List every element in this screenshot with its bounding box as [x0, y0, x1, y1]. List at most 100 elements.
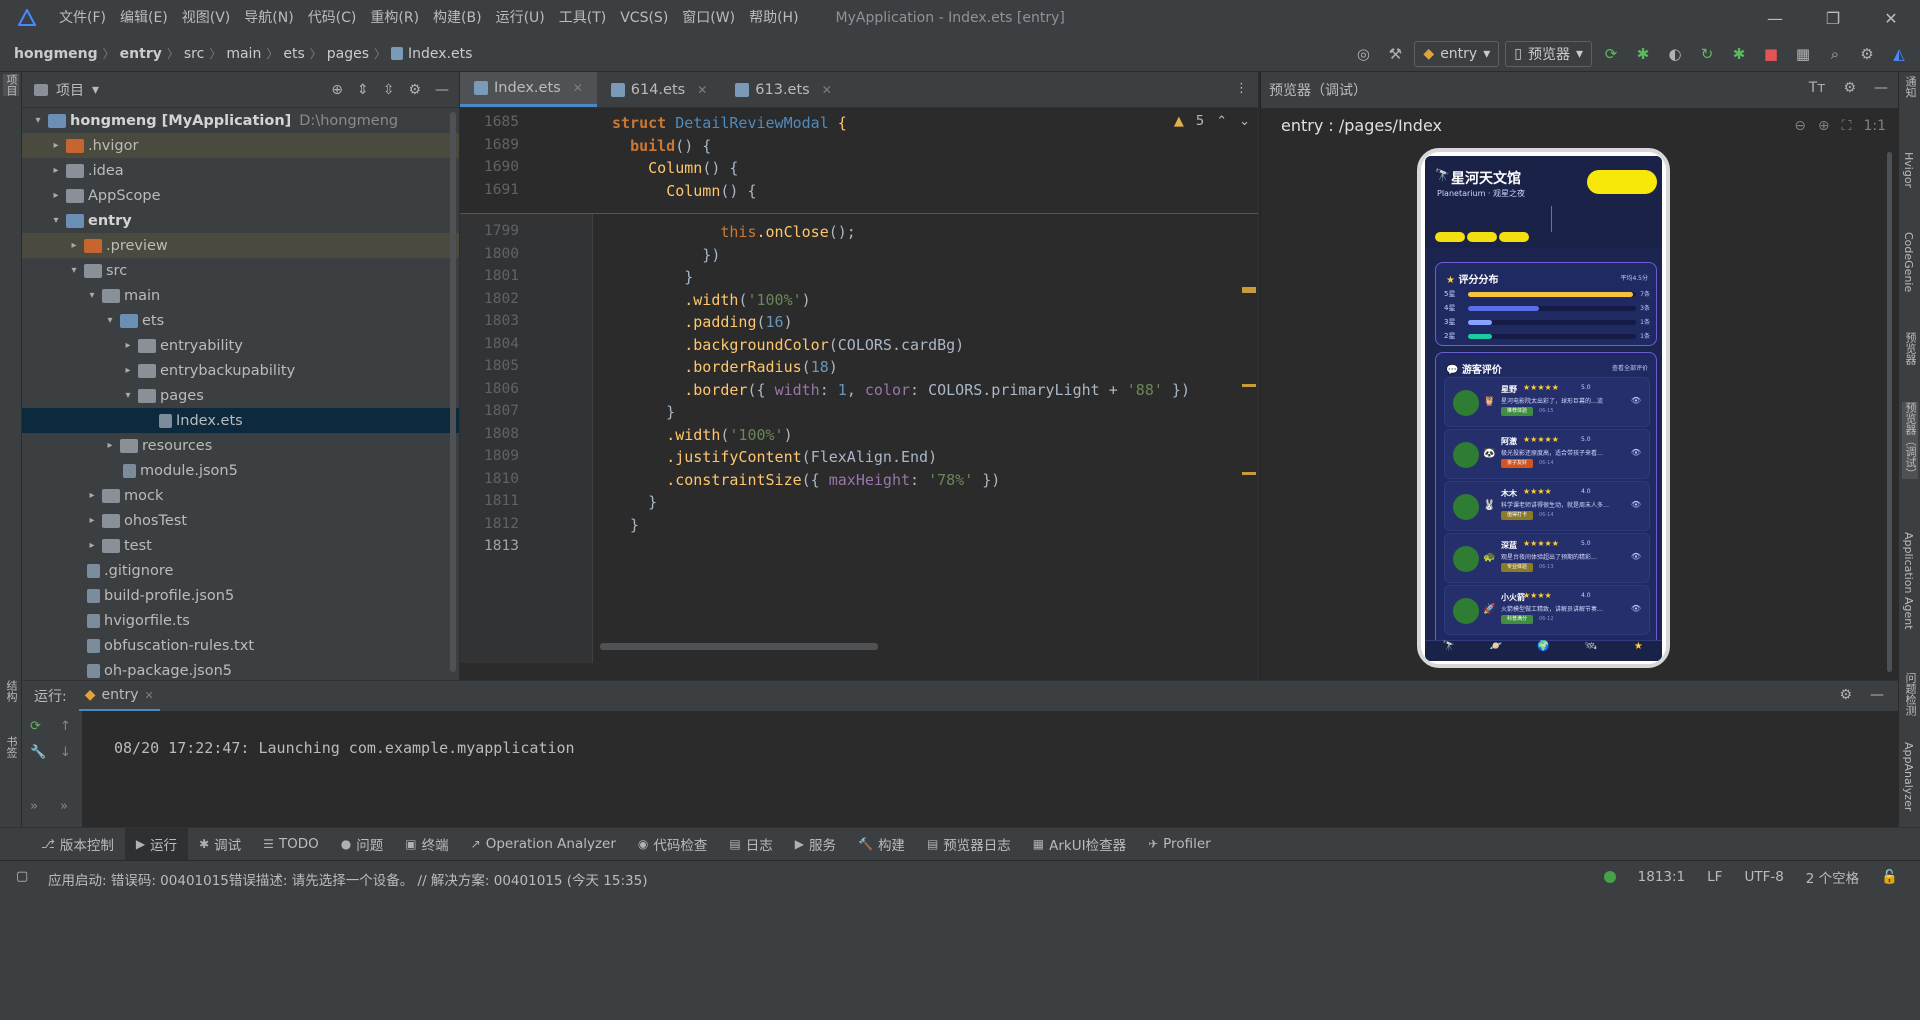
stripe-codegenie[interactable]: CodeGenie	[1902, 232, 1915, 292]
attach-debugger-icon[interactable]: ◐	[1662, 41, 1688, 67]
tree-item[interactable]: ▸ ohosTest	[22, 508, 459, 533]
header-action-pill[interactable]	[1587, 170, 1657, 194]
nav-planet-icon[interactable]: 🪐	[1472, 640, 1520, 661]
code-line[interactable]: }	[612, 268, 693, 286]
chevron-down-icon[interactable]: ▾	[30, 115, 46, 126]
editor-tab[interactable]: 613.ets ✕	[721, 72, 846, 107]
editor-tab[interactable]: Index.ets ✕	[460, 72, 597, 107]
sticky-code-line[interactable]: struct DetailReviewModal {	[612, 114, 847, 132]
module-selector[interactable]: ◆ entry ▾	[1414, 41, 1500, 67]
tree-item[interactable]: ▸ .preview	[22, 233, 459, 258]
review-item[interactable]: 🦉 星野 ★★★★★ 5.0 星河电影院太出彩了，球形巨幕的…流 推荐体验 06-15 👁	[1444, 377, 1650, 427]
view-all-reviews[interactable]: 查看全部评价	[1612, 363, 1648, 372]
tool-window-button[interactable]: ✱ 调试	[188, 828, 252, 861]
code-line[interactable]: .width('100%')	[612, 291, 810, 309]
code-line[interactable]: }	[612, 403, 675, 421]
up-icon[interactable]: ↑	[60, 719, 71, 734]
stripe-project[interactable]: 项目	[3, 74, 19, 96]
menu-item[interactable]: 导航(N)	[237, 0, 300, 36]
close-icon[interactable]: ✕	[1862, 0, 1920, 36]
tree-item[interactable]: ▸ .hvigor	[22, 133, 459, 158]
tool-window-button[interactable]: ▦ ArkUI检查器	[1022, 828, 1137, 861]
code-line[interactable]: .padding(16)	[612, 313, 792, 331]
tool-window-button[interactable]: ▤ 预览器日志	[916, 828, 1022, 861]
minimize-icon[interactable]: —	[1746, 0, 1804, 36]
tool-window-button[interactable]: ▣ 终端	[394, 828, 459, 861]
breadcrumb-item[interactable]: src	[184, 46, 204, 62]
rerun-icon[interactable]: ⟳	[30, 719, 41, 734]
filter-chip[interactable]	[1467, 232, 1497, 242]
more-icon[interactable]: »	[30, 799, 38, 814]
tool-window-button[interactable]: ▤ 日志	[718, 828, 783, 861]
stripe-previewer-debug[interactable]: 预览器（调试）	[1902, 402, 1918, 479]
menu-item[interactable]: 视图(V)	[175, 0, 238, 36]
close-icon[interactable]: ✕	[697, 83, 707, 97]
code-line[interactable]: .constraintSize({ maxHeight: '78%' })	[612, 471, 1000, 489]
locate-icon[interactable]: ⊕	[331, 82, 343, 98]
close-icon[interactable]: ✕	[573, 81, 583, 95]
hide-icon[interactable]: —	[435, 82, 449, 98]
restore-icon[interactable]: ❐	[1804, 0, 1862, 36]
tree-item[interactable]: ▾ pages	[22, 383, 459, 408]
menu-item[interactable]: 窗口(W)	[675, 0, 742, 36]
gear-icon[interactable]: ⚙	[1839, 687, 1852, 703]
breadcrumb-item[interactable]: Index.ets	[408, 46, 472, 62]
code-line[interactable]: .borderRadius(18)	[612, 358, 838, 376]
tree-item[interactable]: ▾ hongmeng [MyApplication] D:\hongmeng	[22, 108, 459, 133]
hide-icon[interactable]: —	[1874, 80, 1888, 96]
line-separator[interactable]: LF	[1707, 869, 1722, 885]
chevron-down-icon[interactable]: ▾	[102, 315, 118, 326]
editor-horizontal-scrollbar[interactable]	[600, 643, 878, 650]
tree-item[interactable]: module.json5	[22, 458, 459, 483]
tree-item[interactable]: ▾ ets	[22, 308, 459, 333]
nav-telescope-icon[interactable]: 🔭	[1425, 640, 1473, 661]
review-item[interactable]: 🐼 阿澈 ★★★★★ 5.0 极光投影还原度高，适合带孩子来看… 亲子友好 06-14 👁	[1444, 429, 1650, 479]
status-ok-icon[interactable]	[1603, 871, 1616, 883]
project-scrollbar[interactable]	[450, 112, 456, 672]
more-icon[interactable]: »	[60, 799, 68, 814]
tool-window-button[interactable]: ↗ Operation Analyzer	[460, 828, 627, 861]
tool-window-button[interactable]: ◉ 代码检查	[627, 828, 718, 861]
stripe-problem-detection[interactable]: 问题检测	[1902, 672, 1918, 716]
filter-chip[interactable]	[1435, 232, 1465, 242]
indent-setting[interactable]: 2 个空格	[1806, 867, 1859, 887]
status-message[interactable]: 应用启动: 错误码: 00401015错误描述: 请先选择一个设备。 // 解决…	[48, 869, 647, 889]
hide-icon[interactable]: —	[1870, 687, 1884, 703]
gear-icon[interactable]: ⚙	[1843, 80, 1856, 96]
chevron-right-icon[interactable]: ▸	[102, 440, 118, 451]
cursor-position[interactable]: 1813:1	[1638, 869, 1686, 885]
tree-item[interactable]: ▸ AppScope	[22, 183, 459, 208]
phone-screen[interactable]: 🔭 星河天文馆 Planetarium · 观星之夜 ★ 评分分布 平均4.5分…	[1425, 156, 1662, 661]
chevron-right-icon[interactable]: ▸	[84, 490, 100, 501]
menu-item[interactable]: 运行(U)	[489, 0, 552, 36]
stripe-hvigor[interactable]: Hvigor	[1902, 152, 1915, 188]
code-line[interactable]: }	[612, 493, 657, 511]
nav-earth-icon[interactable]: 🌍	[1519, 640, 1568, 661]
sticky-code-line[interactable]: build() {	[612, 137, 711, 155]
stripe-bookmarks[interactable]: 书签	[3, 736, 19, 758]
code-line[interactable]: })	[612, 246, 720, 264]
project-panel-title[interactable]: 项目	[56, 80, 84, 100]
breadcrumb-item[interactable]: entry	[120, 46, 162, 62]
filter-chip[interactable]	[1499, 232, 1529, 242]
target-icon[interactable]: ◎	[1350, 41, 1376, 67]
eye-icon[interactable]: 👁	[1631, 448, 1641, 457]
tool-window-button[interactable]: ● 问题	[330, 828, 394, 861]
preview-scrollbar[interactable]	[1887, 152, 1892, 672]
profile-icon[interactable]: ✱	[1726, 41, 1752, 67]
code-line[interactable]: .backgroundColor(COLORS.cardBg)	[612, 336, 964, 354]
tool-window-button[interactable]: ⎇ 版本控制	[30, 828, 125, 861]
menu-item[interactable]: 文件(F)	[52, 0, 113, 36]
device-manager-icon[interactable]: ▦	[1790, 41, 1816, 67]
zoom-out-icon[interactable]: ⊖	[1794, 118, 1806, 134]
tree-item[interactable]: ▸ .idea	[22, 158, 459, 183]
eye-icon[interactable]: 👁	[1631, 552, 1641, 561]
menu-item[interactable]: 帮助(H)	[742, 0, 805, 36]
tree-item[interactable]: Index.ets	[22, 408, 459, 433]
close-icon[interactable]: ✕	[822, 83, 832, 97]
menu-item[interactable]: 重构(R)	[363, 0, 426, 36]
tree-item[interactable]: build-profile.json5	[22, 583, 459, 608]
tool-window-button[interactable]: ▶ 运行	[124, 827, 189, 861]
code-line[interactable]: .width('100%')	[612, 426, 792, 444]
logo-agent-icon[interactable]: ◭	[1886, 41, 1912, 67]
